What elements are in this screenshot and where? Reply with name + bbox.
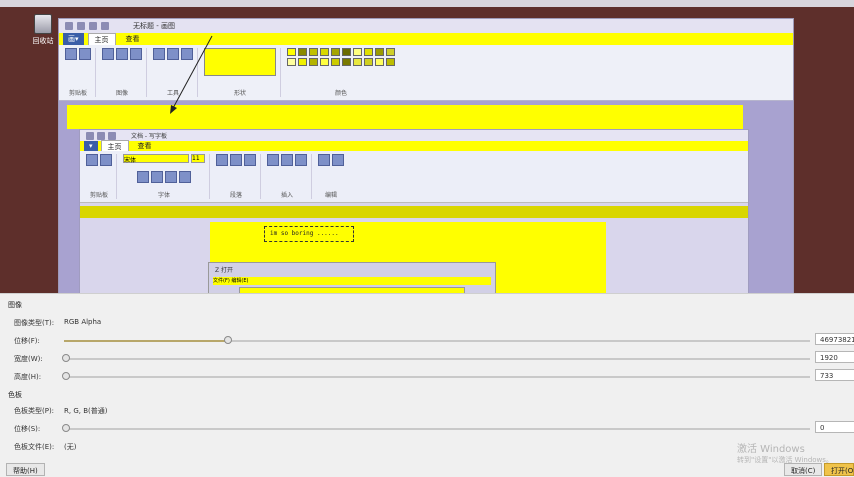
- offset-slider-fill: [64, 340, 229, 342]
- height-label: 高度(H):: [14, 373, 42, 381]
- palette-file-label: 色板文件(E):: [14, 443, 55, 451]
- palette-offset-label: 位移(S):: [14, 425, 41, 433]
- palette-offset-slider[interactable]: [62, 424, 810, 432]
- palette-type-select[interactable]: R, G, B(普通): [64, 406, 107, 416]
- desktop-background: 回收站 无标题 - 画图 画▾ 主页 查看 剪贴板 图像 工具 形状 颜色 文档…: [0, 0, 854, 296]
- width-input[interactable]: 1920: [815, 351, 854, 363]
- offset-label: 位移(F):: [14, 337, 40, 345]
- height-slider[interactable]: [62, 372, 810, 380]
- offset-slider[interactable]: [64, 336, 810, 344]
- open-button[interactable]: 打开(O): [824, 463, 854, 476]
- watermark-line1: 激活 Windows: [737, 444, 805, 455]
- width-slider[interactable]: [62, 354, 810, 362]
- image-type-label: 图像类型(T):: [14, 319, 55, 327]
- help-button[interactable]: 帮助(H): [6, 463, 45, 476]
- image-section-heading: 图像: [8, 301, 22, 309]
- arrow-annotation: [170, 35, 213, 114]
- palette-file-chooser[interactable]: (无): [64, 442, 76, 452]
- offset-slider-handle[interactable]: [224, 336, 233, 344]
- cancel-button[interactable]: 取消(C): [784, 463, 823, 476]
- palette-offset-input[interactable]: 0: [815, 421, 854, 433]
- width-slider-handle[interactable]: [62, 354, 70, 362]
- raw-image-open-dialog: 图像 图像类型(T): RGB Alpha 位移(F): 46973821 宽度…: [0, 293, 854, 477]
- height-input[interactable]: 733: [815, 369, 854, 381]
- image-type-select[interactable]: RGB Alpha: [64, 318, 101, 326]
- height-slider-handle[interactable]: [62, 372, 70, 380]
- palette-section-heading: 色板: [8, 391, 22, 399]
- width-label: 宽度(W):: [14, 355, 43, 363]
- offset-input[interactable]: 46973821: [815, 333, 854, 345]
- palette-type-label: 色板类型(P):: [14, 407, 55, 415]
- palette-offset-slider-handle[interactable]: [62, 424, 70, 432]
